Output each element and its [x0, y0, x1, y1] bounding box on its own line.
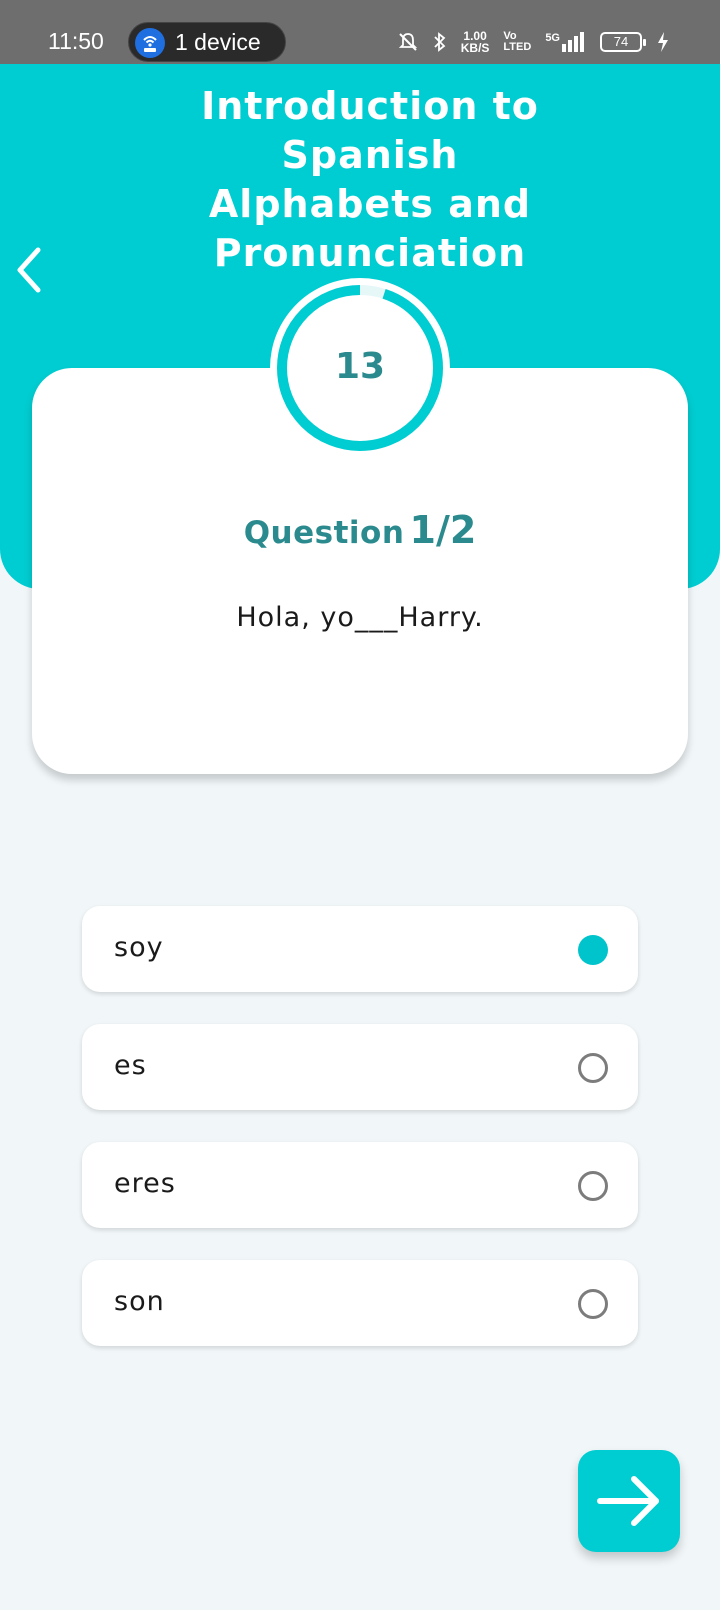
device-pill-label: 1 device — [175, 29, 261, 55]
arrow-right-icon — [597, 1476, 659, 1526]
radio-button[interactable] — [578, 1053, 608, 1083]
signal-icon — [562, 32, 584, 52]
option-eres[interactable]: eres — [82, 1142, 638, 1228]
status-bar: 11:50 1 device 1.00 KB/S Vo LTED 5G 74 — [0, 0, 720, 64]
radio-button[interactable] — [578, 1171, 608, 1201]
status-time: 11:50 — [48, 28, 104, 54]
question-counter: Question 1/2 — [32, 508, 688, 552]
chevron-left-icon — [17, 247, 41, 293]
net-speed: 1.00 KB/S — [460, 29, 490, 55]
signal-5g: 5G — [545, 32, 586, 52]
question-label: Question — [243, 515, 405, 551]
option-son[interactable]: son — [82, 1260, 638, 1346]
option-soy[interactable]: soy — [82, 906, 638, 992]
charging-icon — [658, 32, 668, 52]
device-pill[interactable]: 1 device — [128, 22, 286, 62]
bluetooth-icon — [434, 32, 446, 52]
mute-bell-icon — [398, 33, 417, 51]
page-title: Introduction to Spanish Alphabets and Pr… — [201, 84, 539, 275]
timer-value: 13 — [334, 346, 386, 387]
hotspot-icon — [135, 28, 165, 58]
countdown-timer: 13 — [270, 278, 450, 458]
option-label: soy — [114, 932, 164, 963]
question-number: 1/2 — [409, 508, 477, 552]
radio-button[interactable] — [578, 935, 608, 965]
back-button[interactable] — [8, 242, 56, 298]
question-text: Hola, yo___Harry. — [236, 602, 484, 633]
volte-indicator: Vo LTED — [503, 30, 532, 53]
option-label: eres — [114, 1168, 176, 1199]
next-button[interactable] — [578, 1450, 680, 1552]
battery-icon: 74 — [600, 32, 646, 52]
radio-button[interactable] — [578, 1289, 608, 1319]
option-label: son — [114, 1286, 165, 1317]
option-es[interactable]: es — [82, 1024, 638, 1110]
option-label: es — [114, 1050, 147, 1081]
status-icons: 1.00 KB/S Vo LTED 5G 74 — [397, 30, 670, 54]
